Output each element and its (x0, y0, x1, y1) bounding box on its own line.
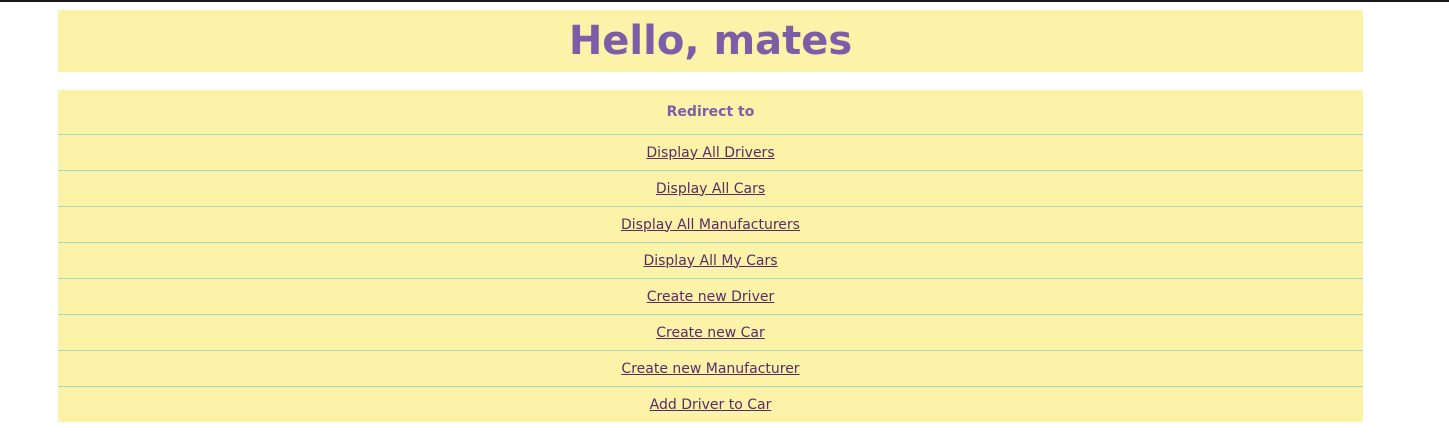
table-row: Display All Cars (58, 171, 1363, 207)
window-top-border (0, 0, 1449, 2)
display-all-drivers-link[interactable]: Display All Drivers (646, 145, 774, 161)
table-row: Add Driver to Car (58, 387, 1363, 422)
create-new-car-link[interactable]: Create new Car (656, 325, 764, 341)
redirect-table-header: Redirect to (58, 90, 1363, 135)
table-row: Display All Drivers (58, 135, 1363, 171)
page-container: Hello, mates Redirect to Display All Dri… (58, 10, 1363, 422)
redirect-table: Redirect to Display All Drivers Display … (58, 90, 1363, 422)
add-driver-to-car-link[interactable]: Add Driver to Car (650, 397, 772, 413)
table-row: Create new Car (58, 315, 1363, 351)
create-new-driver-link[interactable]: Create new Driver (647, 289, 774, 305)
header-banner: Hello, mates (58, 10, 1363, 72)
table-row: Display All My Cars (58, 243, 1363, 279)
redirect-heading: Redirect to (666, 104, 755, 120)
table-row: Create new Driver (58, 279, 1363, 315)
create-new-manufacturer-link[interactable]: Create new Manufacturer (621, 361, 799, 377)
page-title: Hello, mates (568, 18, 853, 64)
display-all-my-cars-link[interactable]: Display All My Cars (643, 253, 777, 269)
table-row: Create new Manufacturer (58, 351, 1363, 387)
table-row: Display All Manufacturers (58, 207, 1363, 243)
display-all-cars-link[interactable]: Display All Cars (656, 181, 765, 197)
display-all-manufacturers-link[interactable]: Display All Manufacturers (621, 217, 800, 233)
